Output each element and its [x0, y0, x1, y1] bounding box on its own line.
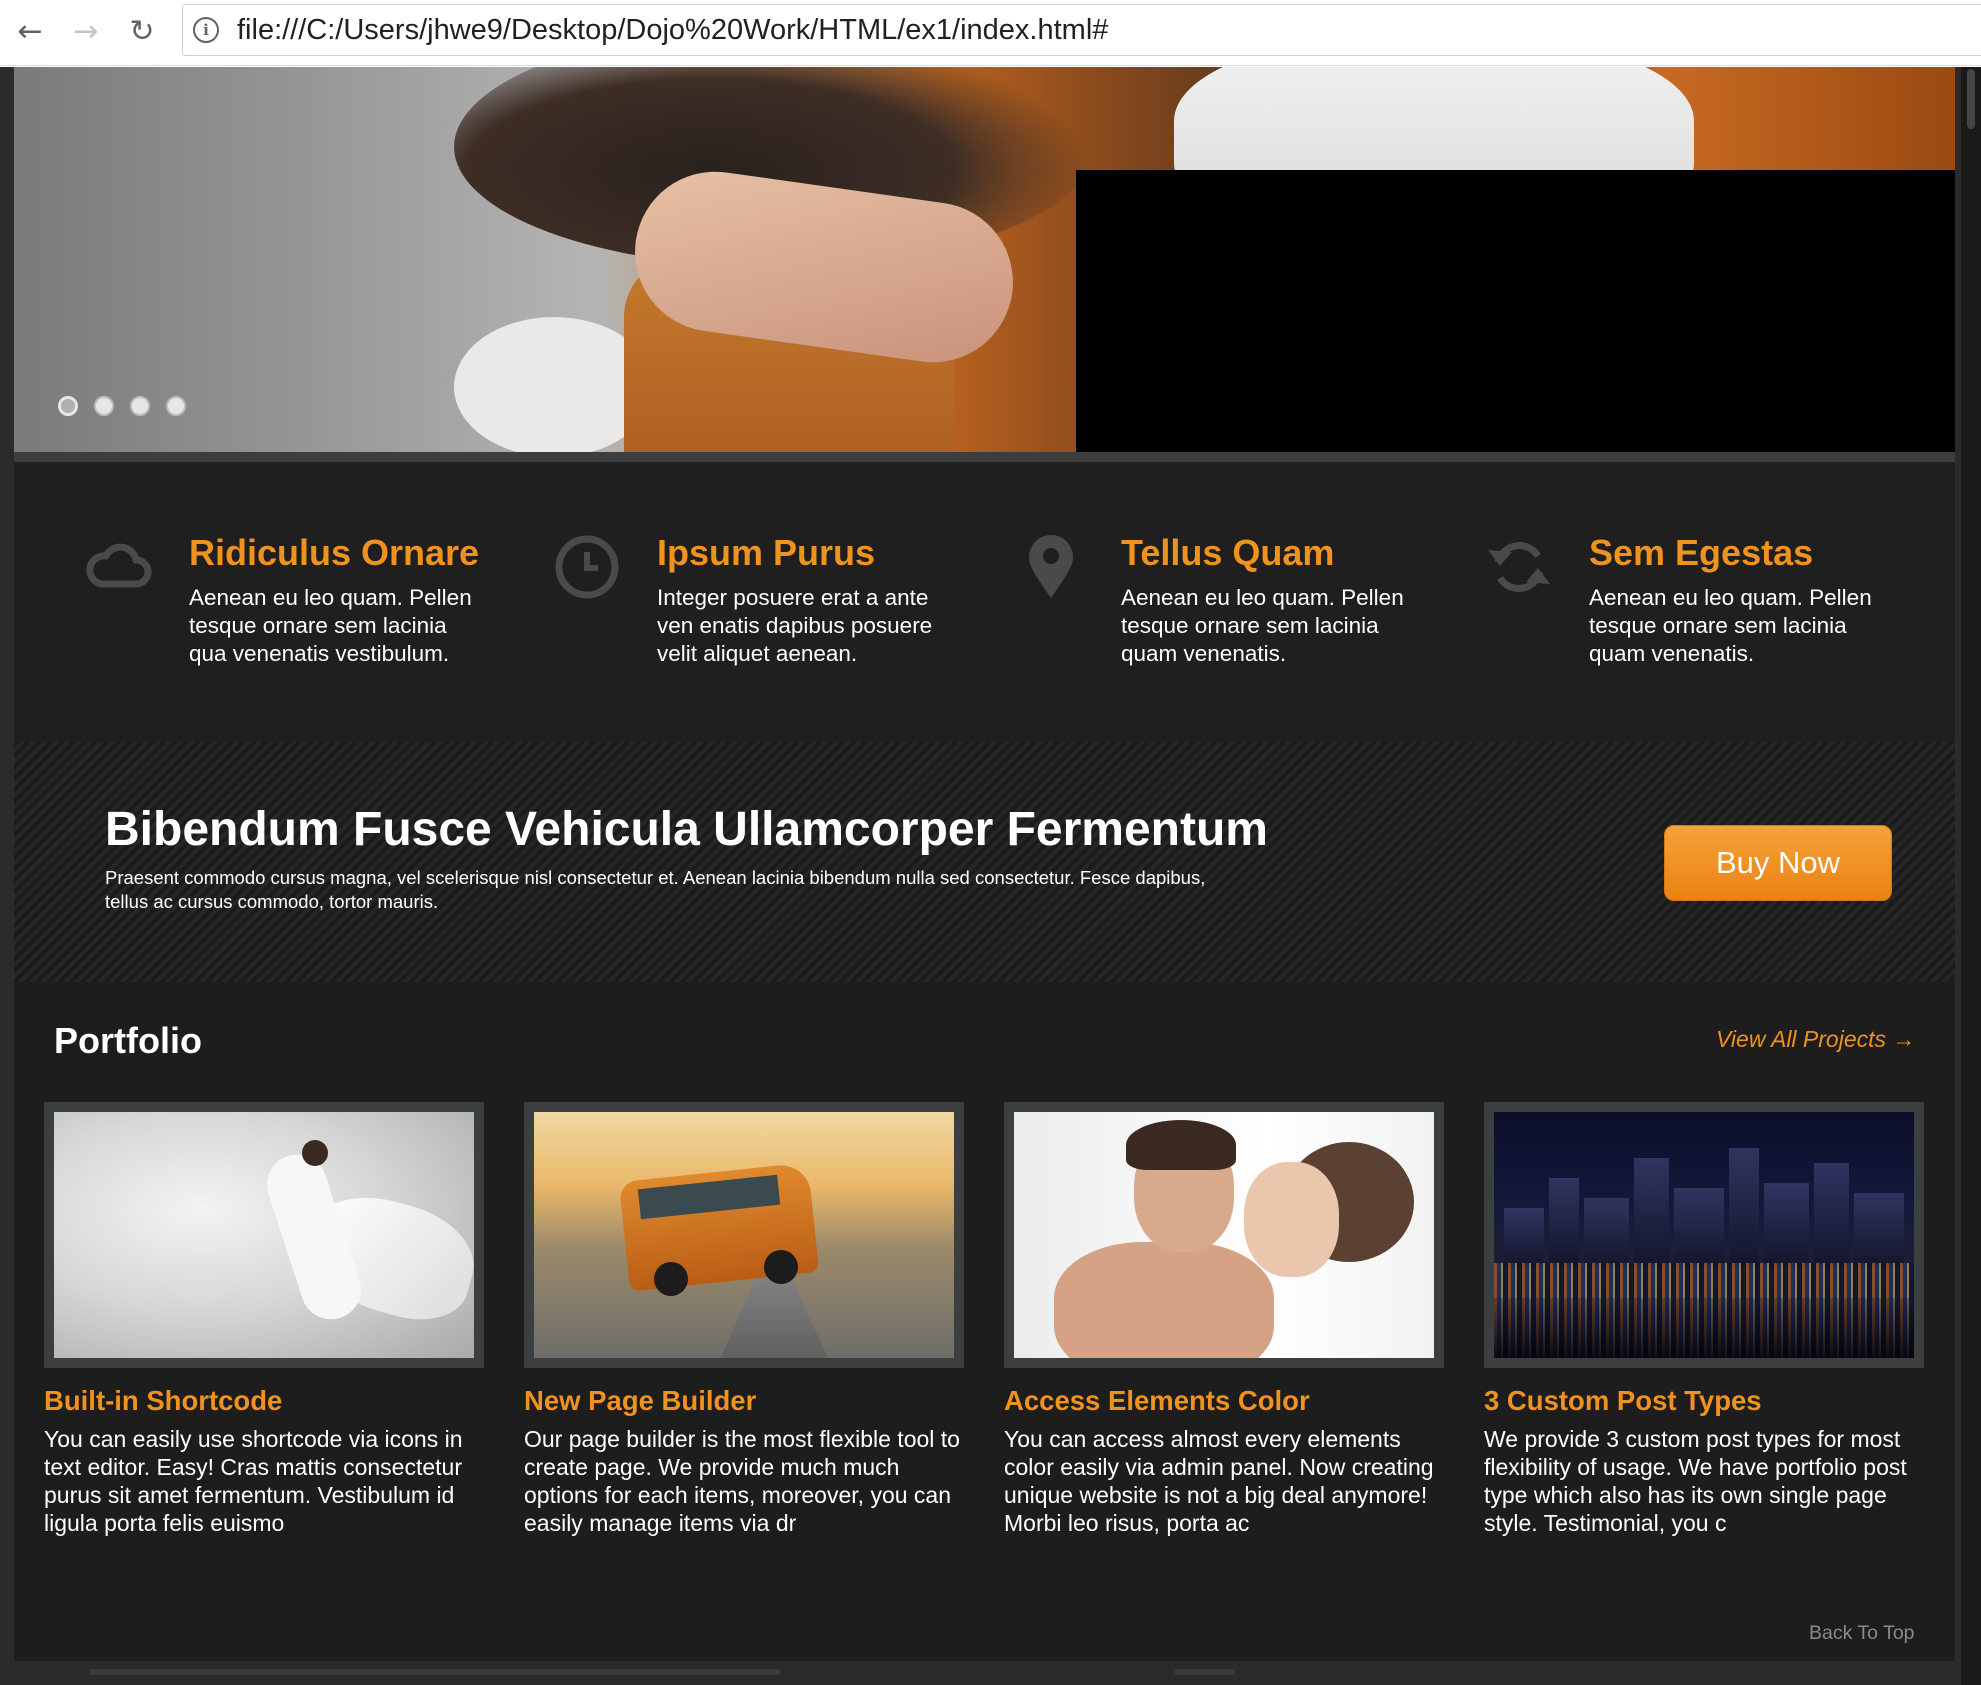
image-part: [1494, 1298, 1914, 1358]
page-bottom-strip: [0, 1661, 1961, 1685]
city-image: [1494, 1112, 1914, 1358]
portfolio-card-text: You can easily use shortcode via icons i…: [44, 1426, 463, 1536]
portfolio-card[interactable]: Built-in Shortcode You can easily use sh…: [44, 1102, 484, 1537]
image-part: [1814, 1163, 1849, 1268]
back-to-top-link[interactable]: Back To Top: [1809, 1622, 1915, 1645]
image-part: [1549, 1178, 1579, 1268]
image-part: [1854, 1193, 1904, 1268]
image-part: [764, 1250, 798, 1284]
portfolio-card[interactable]: 3 Custom Post Types We provide 3 custom …: [1484, 1102, 1924, 1537]
portfolio-card[interactable]: Access Elements Color You can access alm…: [1004, 1102, 1444, 1537]
refresh-icon: [1484, 532, 1554, 602]
page-viewport: Ridiculus Ornare Aenean eu leo quam. Pel…: [0, 67, 1981, 1685]
cloud-icon: [84, 532, 154, 602]
portfolio-card-text: Our page builder is the most flexible to…: [524, 1426, 960, 1536]
bus-image: [534, 1112, 954, 1358]
image-part: [1244, 1162, 1339, 1277]
view-all-projects-link[interactable]: View All Projects →: [1716, 1026, 1915, 1053]
portfolio-card-title[interactable]: New Page Builder: [524, 1385, 964, 1417]
portfolio-card[interactable]: New Page Builder Our page builder is the…: [524, 1102, 964, 1537]
footer-bar: [90, 1669, 780, 1675]
image-part: [1764, 1183, 1809, 1268]
hero-divider: [14, 452, 1955, 462]
feature-text: Integer posuere erat a ante ven enatis d…: [657, 585, 933, 666]
hero-caption-box: [1076, 170, 1955, 452]
portfolio-title: Portfolio: [54, 1020, 202, 1061]
features-section: Ridiculus Ornare Aenean eu leo quam. Pel…: [14, 462, 1955, 742]
image-part: [1054, 1242, 1274, 1358]
dancer-image: [54, 1112, 474, 1358]
feature-title: Sem Egestas: [1589, 532, 1814, 573]
portfolio-thumbnail[interactable]: [44, 1102, 484, 1368]
slider-pagination: [58, 396, 186, 416]
feature-text: Aenean eu leo quam. Pellen tesque ornare…: [1121, 585, 1404, 666]
portfolio-thumbnail[interactable]: [524, 1102, 964, 1368]
address-bar[interactable]: i file:///C:/Users/jhwe9/Desktop/Dojo%20…: [182, 4, 1981, 56]
portfolio-card-text: We provide 3 custom post types for most …: [1484, 1426, 1907, 1536]
page-content: Ridiculus Ornare Aenean eu leo quam. Pel…: [14, 67, 1955, 1661]
map-pin-icon: [1016, 532, 1086, 602]
image-part: [1729, 1148, 1759, 1268]
url-text[interactable]: file:///C:/Users/jhwe9/Desktop/Dojo%20Wo…: [237, 14, 1108, 47]
image-part: [1584, 1198, 1629, 1268]
portfolio-card-title[interactable]: Built-in Shortcode: [44, 1385, 484, 1417]
back-arrow-icon[interactable]: ←: [10, 11, 50, 51]
promo-banner: Bibendum Fusce Vehicula Ullamcorper Ferm…: [14, 742, 1955, 982]
portfolio-thumbnail[interactable]: [1484, 1102, 1924, 1368]
image-part: [1126, 1120, 1236, 1170]
scrollbar-thumb[interactable]: [1967, 69, 1975, 129]
footer-bar: [1175, 1669, 1235, 1675]
clock-icon: [552, 532, 622, 602]
forward-arrow-icon[interactable]: →: [66, 11, 106, 51]
slider-dot-4[interactable]: [166, 396, 186, 416]
slider-dot-1[interactable]: [58, 396, 78, 416]
feature-title: Ridiculus Ornare: [189, 532, 480, 573]
couple-image: [1014, 1112, 1434, 1358]
image-part: [302, 1140, 328, 1166]
portfolio-card-text: You can access almost every elements col…: [1004, 1426, 1434, 1536]
feature-title: Tellus Quam: [1121, 532, 1335, 573]
portfolio-card-title[interactable]: Access Elements Color: [1004, 1385, 1444, 1417]
image-part: [654, 1262, 688, 1296]
feature-text: Aenean eu leo quam. Pellen tesque ornare…: [1589, 585, 1872, 666]
info-icon[interactable]: i: [193, 17, 219, 43]
reload-icon[interactable]: ↻: [122, 11, 162, 51]
portfolio-card-title[interactable]: 3 Custom Post Types: [1484, 1385, 1924, 1417]
banner-title: Bibendum Fusce Vehicula Ullamcorper Ferm…: [105, 803, 1268, 856]
browser-toolbar: ← → ↻ i file:///C:/Users/jhwe9/Desktop/D…: [0, 0, 1981, 66]
slider-dot-2[interactable]: [94, 396, 114, 416]
slider-dot-3[interactable]: [130, 396, 150, 416]
buy-now-button[interactable]: Buy Now: [1664, 825, 1892, 901]
banner-text: Praesent commodo cursus magna, vel scele…: [105, 867, 1206, 912]
portfolio-section: Portfolio View All Projects → Built-in S…: [14, 982, 1955, 1661]
vertical-scrollbar[interactable]: [1961, 67, 1981, 1685]
hero-slider: [14, 67, 1955, 452]
feature-text: Aenean eu leo quam. Pellen tesque ornare…: [189, 585, 472, 666]
image-part: [1634, 1158, 1669, 1268]
feature-title: Ipsum Purus: [657, 532, 876, 573]
image-part: [1504, 1208, 1544, 1268]
image-part: [1674, 1188, 1724, 1268]
portfolio-thumbnail[interactable]: [1004, 1102, 1444, 1368]
